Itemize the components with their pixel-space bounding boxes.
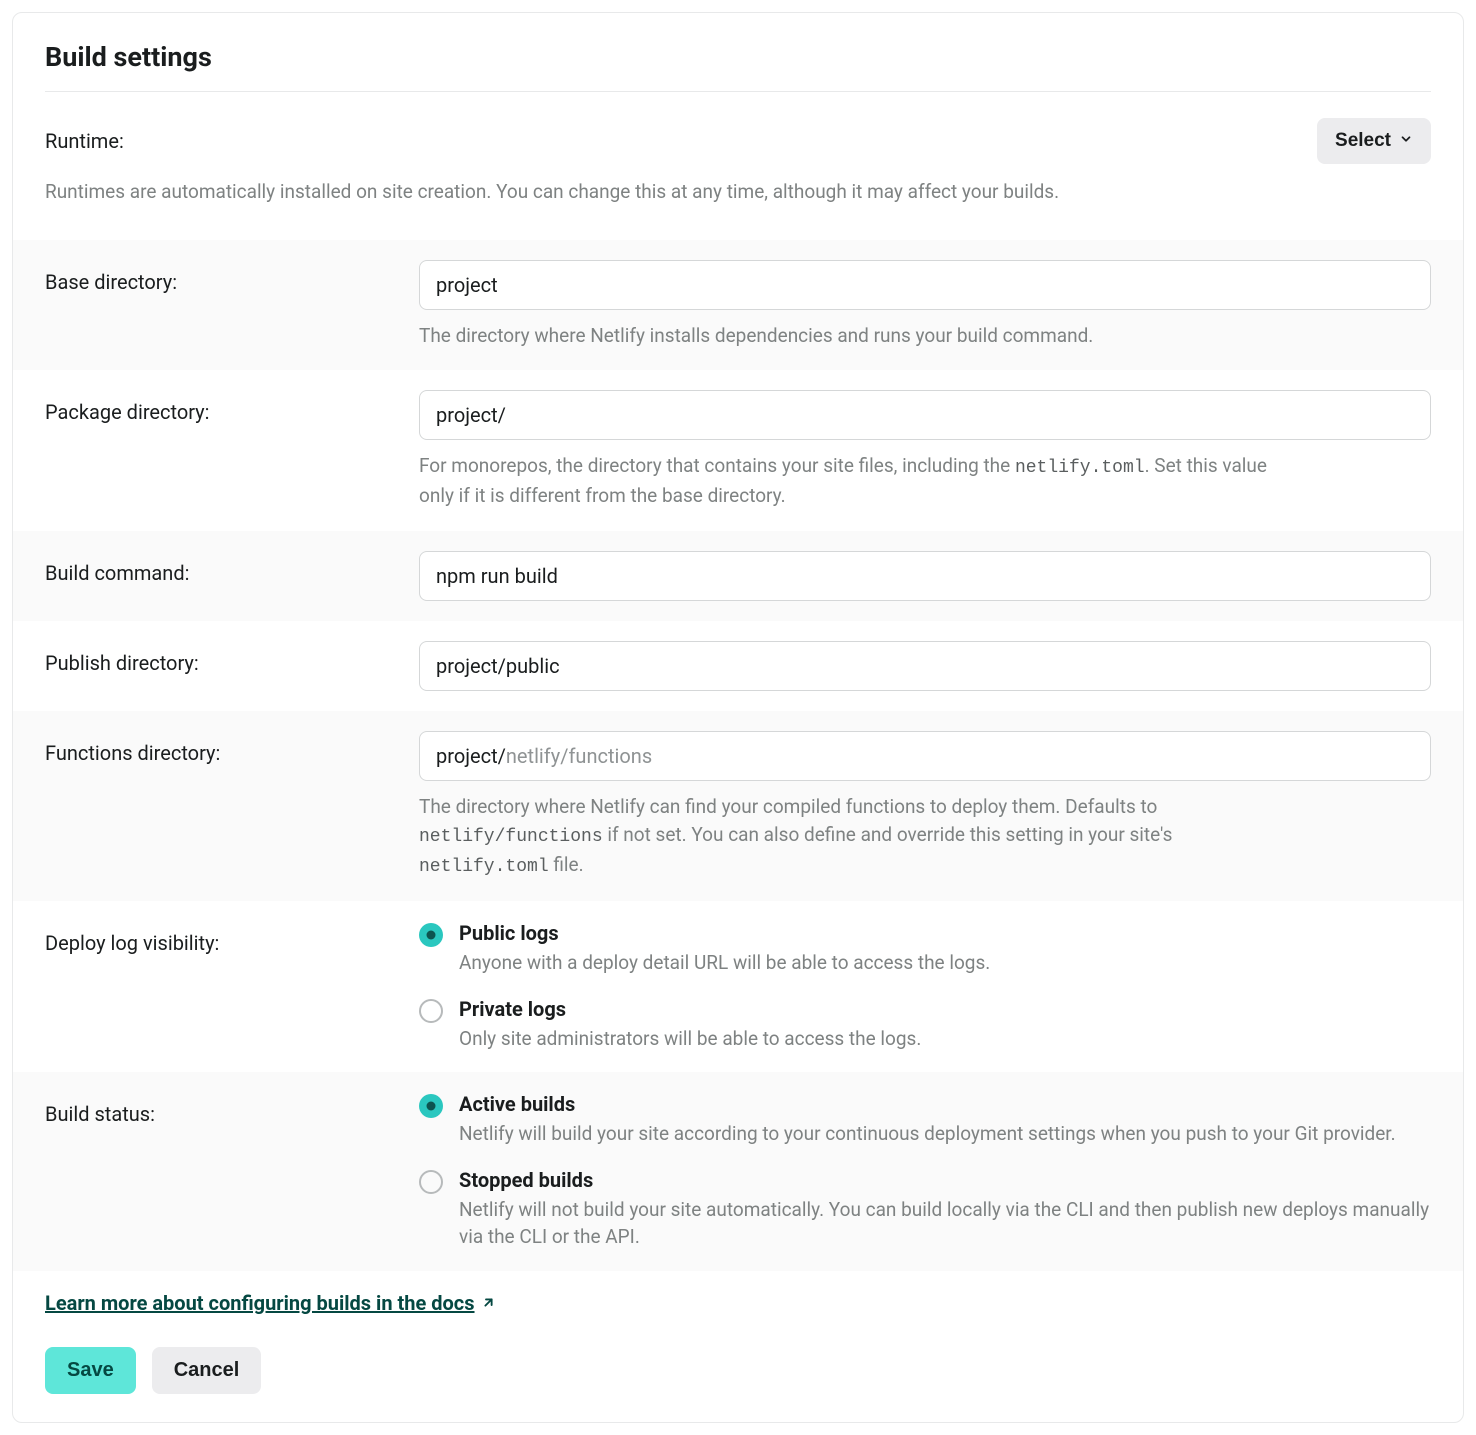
save-button[interactable]: Save [45,1347,136,1394]
package-directory-input[interactable] [419,390,1431,440]
radio-title: Public logs [459,921,1431,945]
section-title: Build settings [45,41,1431,73]
functions-directory-help: The directory where Netlify can find you… [419,793,1299,882]
package-directory-help: For monorepos, the directory that contai… [419,452,1299,511]
runtime-select-label: Select [1335,130,1391,152]
chevron-down-icon [1399,130,1413,152]
field-deploy-log-visibility: Deploy log visibility: Public logs Anyon… [13,901,1463,1072]
field-functions-directory: Functions directory: project/netlify/fun… [13,711,1463,902]
deploy-log-label: Deploy log visibility: [45,921,395,955]
radio-desc: Only site administrators will be able to… [459,1025,1431,1053]
radio-icon [419,1170,443,1194]
base-directory-help: The directory where Netlify installs dep… [419,322,1299,351]
radio-title: Private logs [459,997,1431,1021]
build-command-label: Build command: [45,551,395,585]
radio-title: Stopped builds [459,1168,1431,1192]
radio-active-builds[interactable]: Active builds Netlify will build your si… [419,1092,1431,1148]
runtime-help-text: Runtimes are automatically installed on … [45,178,1431,206]
radio-icon [419,1094,443,1118]
footer: Learn more about configuring builds in t… [13,1271,1463,1422]
field-package-directory: Package directory: For monorepos, the di… [13,370,1463,531]
publish-directory-label: Publish directory: [45,641,395,675]
field-build-status: Build status: Active builds Netlify will… [13,1072,1463,1271]
cancel-button[interactable]: Cancel [152,1347,262,1394]
external-link-icon [481,1291,496,1315]
package-directory-label: Package directory: [45,390,395,424]
build-status-label: Build status: [45,1092,395,1126]
radio-icon [419,999,443,1023]
radio-desc: Anyone with a deploy detail URL will be … [459,949,1431,977]
functions-directory-input[interactable] [419,731,1431,781]
action-buttons: Save Cancel [45,1347,1431,1394]
runtime-block: Runtime: Select Runtimes are automatical… [13,92,1463,240]
section-header: Build settings [13,13,1463,91]
build-settings-card: Build settings Runtime: Select Runtimes … [12,12,1464,1423]
radio-private-logs[interactable]: Private logs Only site administrators wi… [419,997,1431,1053]
radio-desc: Netlify will not build your site automat… [459,1196,1431,1251]
runtime-select-button[interactable]: Select [1317,118,1431,164]
radio-desc: Netlify will build your site according t… [459,1120,1431,1148]
build-status-radio-group: Active builds Netlify will build your si… [419,1092,1431,1251]
functions-directory-label: Functions directory: [45,731,395,765]
radio-stopped-builds[interactable]: Stopped builds Netlify will not build yo… [419,1168,1431,1251]
radio-icon [419,923,443,947]
base-directory-input[interactable] [419,260,1431,310]
field-build-command: Build command: [13,531,1463,621]
radio-public-logs[interactable]: Public logs Anyone with a deploy detail … [419,921,1431,977]
field-base-directory: Base directory: The directory where Netl… [13,240,1463,371]
deploy-log-radio-group: Public logs Anyone with a deploy detail … [419,921,1431,1052]
base-directory-label: Base directory: [45,260,395,294]
publish-directory-input[interactable] [419,641,1431,691]
runtime-row: Runtime: Select [45,118,1431,164]
learn-more-text: Learn more about configuring builds in t… [45,1291,475,1315]
build-command-input[interactable] [419,551,1431,601]
runtime-label: Runtime: [45,129,124,153]
learn-more-link[interactable]: Learn more about configuring builds in t… [45,1291,496,1315]
field-publish-directory: Publish directory: [13,621,1463,711]
radio-title: Active builds [459,1092,1431,1116]
